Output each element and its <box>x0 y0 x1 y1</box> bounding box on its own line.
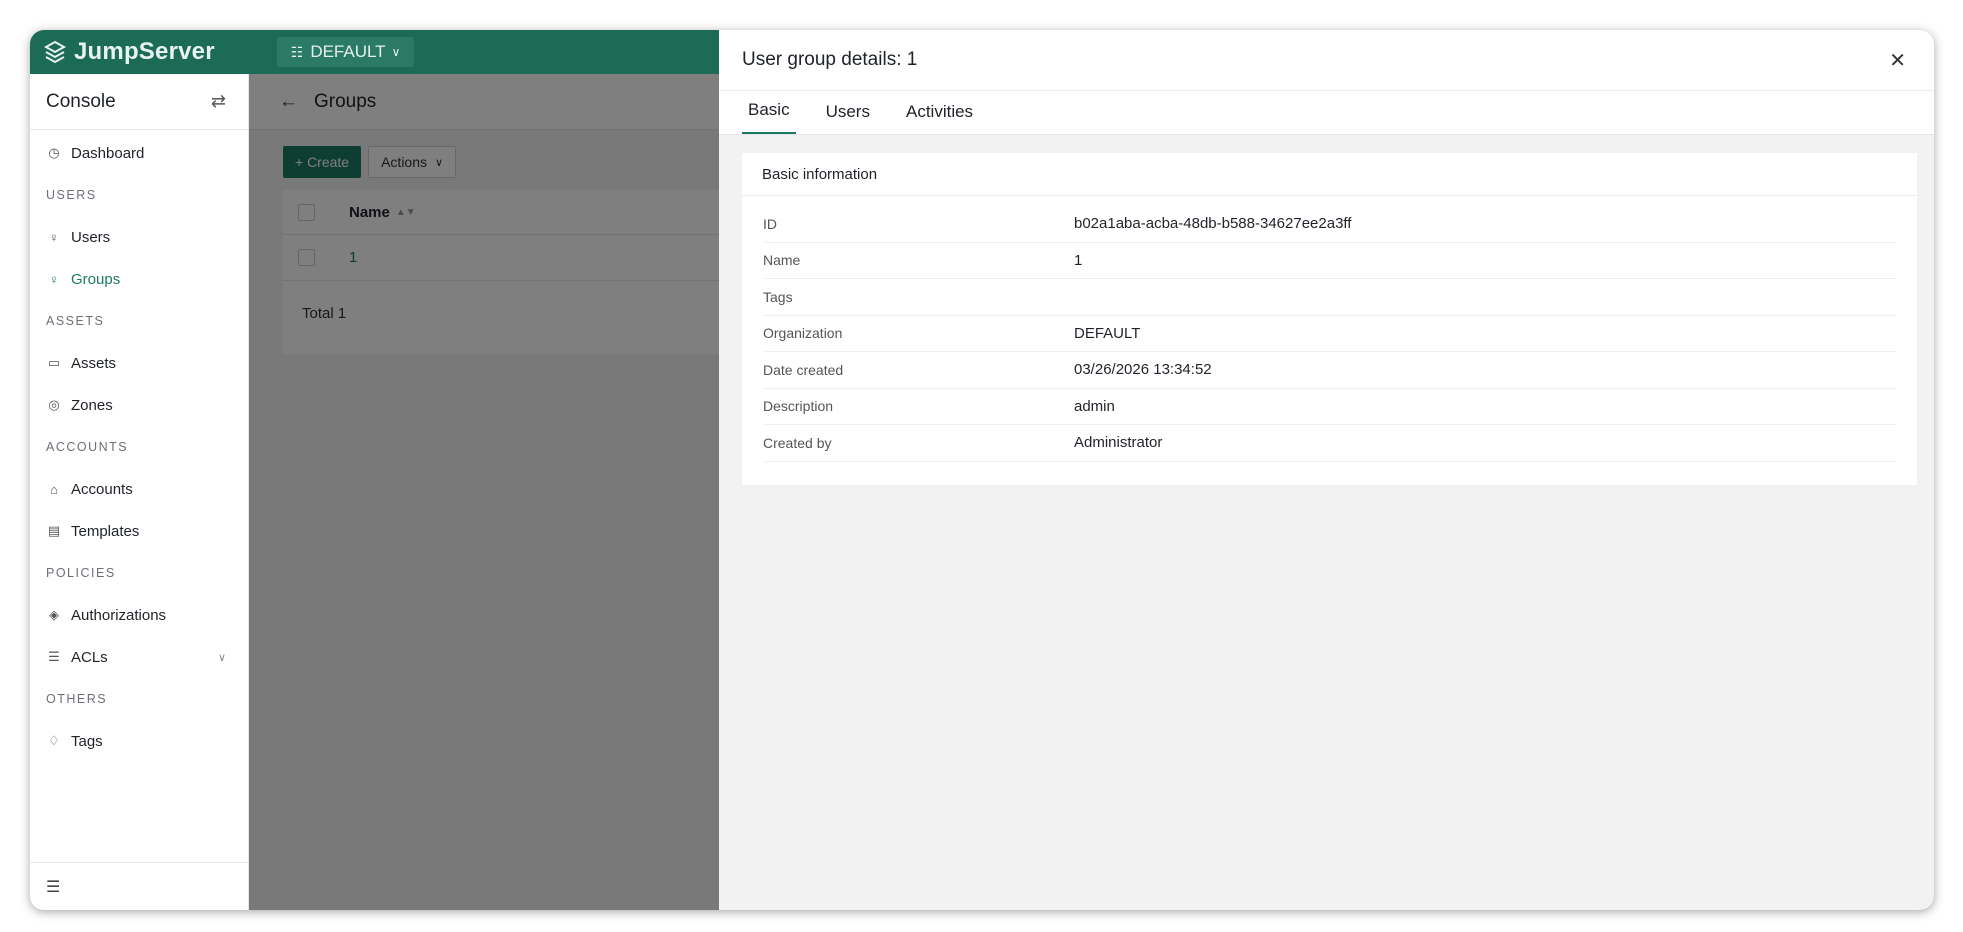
location-icon: ◎ <box>48 397 60 412</box>
sidebar-item-assets[interactable]: ▭ Assets <box>30 342 248 384</box>
sidebar-item-label: Users <box>71 228 111 246</box>
detail-value: 1 <box>1074 251 1083 269</box>
sidebar-section-others: OTHERS <box>46 692 108 706</box>
lock-icon: ⌂ <box>50 481 58 497</box>
card-title: Basic information <box>742 153 1917 196</box>
sidebar-item-label: Zones <box>71 396 113 414</box>
tag-icon: ♢ <box>48 733 60 748</box>
org-selector[interactable]: ☷ DEFAULT ∨ <box>276 37 415 67</box>
sidebar-item-label: Assets <box>71 354 117 372</box>
swap-arrows-icon[interactable]: ⇄ <box>211 91 226 112</box>
detail-row-description: Description admin <box>763 389 1896 425</box>
details-drawer: User group details: 1 ✕ Basic Users Acti… <box>719 30 1934 910</box>
close-icon[interactable]: ✕ <box>1889 48 1906 73</box>
sidebar-item-label: Groups <box>71 270 121 288</box>
drawer-header: User group details: 1 ✕ <box>719 30 1934 91</box>
detail-key: Tags <box>763 288 793 305</box>
sidebar-section-accounts: ACCOUNTS <box>46 440 129 454</box>
detail-row-tags: Tags <box>763 279 1896 316</box>
detail-key: Organization <box>763 325 843 342</box>
detail-key: Name <box>763 252 801 269</box>
detail-value: b02a1aba-acba-48db-b588-34627ee2a3ff <box>1074 215 1352 233</box>
sidebar-item-label: Templates <box>71 522 140 540</box>
detail-row-created-by: Created by Administrator <box>763 425 1896 462</box>
brand-name: JumpServer <box>74 38 215 65</box>
sidebar-item-label: Dashboard <box>71 144 145 162</box>
dashboard-icon: ◷ <box>48 145 60 160</box>
detail-list: ID b02a1aba-acba-48db-b588-34627ee2a3ff … <box>763 206 1896 462</box>
user-group-icon: ♀ <box>49 271 59 287</box>
sidebar-item-label: Tags <box>71 732 103 750</box>
sidebar-item-acls[interactable]: ☰ ACLs ∨ <box>30 636 248 678</box>
detail-key: ID <box>763 215 777 232</box>
tab-basic[interactable]: Basic <box>742 100 796 134</box>
template-icon: ▤ <box>47 523 61 538</box>
sidebar-footer: ☰ <box>30 862 248 910</box>
sidebar: Console ⇄ ◷ Dashboard USERS ♀ Users ♀ Gr… <box>30 74 249 910</box>
tab-users[interactable]: Users <box>826 102 870 134</box>
sidebar-item-templates[interactable]: ▤ Templates <box>30 510 248 552</box>
sidebar-item-label: ACLs <box>71 648 108 666</box>
detail-row-id: ID b02a1aba-acba-48db-b588-34627ee2a3ff <box>763 206 1896 243</box>
detail-value: 03/26/2026 13:34:52 <box>1074 361 1212 379</box>
sidebar-item-label: Authorizations <box>71 606 167 624</box>
sidebar-item-groups[interactable]: ♀ Groups <box>30 258 248 300</box>
shield-icon: ◈ <box>49 607 59 622</box>
detail-key: Created by <box>763 434 832 451</box>
detail-value: Administrator <box>1074 434 1163 452</box>
sidebar-item-accounts[interactable]: ⌂ Accounts <box>30 468 248 510</box>
menu-collapse-icon[interactable]: ☰ <box>46 877 60 897</box>
chevron-down-icon[interactable]: ∨ <box>218 651 226 664</box>
jumpserver-logo-icon <box>43 40 67 64</box>
acl-icon: ☰ <box>48 649 60 664</box>
org-tree-icon: ☷ <box>290 43 304 60</box>
chevron-down-icon: ∨ <box>391 45 401 59</box>
sidebar-header: Console ⇄ <box>30 74 248 130</box>
sidebar-item-authorizations[interactable]: ◈ Authorizations <box>30 594 248 636</box>
detail-value: DEFAULT <box>1074 324 1141 342</box>
detail-value: admin <box>1074 397 1115 415</box>
sidebar-item-zones[interactable]: ◎ Zones <box>30 384 248 426</box>
sidebar-section-assets: ASSETS <box>46 314 105 328</box>
org-name: DEFAULT <box>310 42 386 61</box>
sidebar-section-users: USERS <box>46 188 97 202</box>
drawer-title: User group details: 1 <box>742 49 918 70</box>
sidebar-title: Console <box>46 90 116 112</box>
sidebar-item-tags[interactable]: ♢ Tags <box>30 720 248 762</box>
sidebar-section-policies: POLICIES <box>46 566 116 580</box>
monitor-icon: ▭ <box>47 355 61 370</box>
detail-row-organization: Organization DEFAULT <box>763 316 1896 352</box>
sidebar-item-users[interactable]: ♀ Users <box>30 216 248 258</box>
detail-key: Date created <box>763 361 844 378</box>
app-window: JumpServer ☷ DEFAULT ∨ Console ⇄ ◷ Dashb… <box>30 30 1934 910</box>
detail-row-name: Name 1 <box>763 243 1896 279</box>
sidebar-item-label: Accounts <box>71 480 133 498</box>
brand-logo[interactable]: JumpServer <box>42 38 215 66</box>
sidebar-item-dashboard[interactable]: ◷ Dashboard <box>30 132 248 174</box>
detail-row-date-created: Date created 03/26/2026 13:34:52 <box>763 352 1896 389</box>
detail-key: Description <box>763 398 834 415</box>
tab-activities[interactable]: Activities <box>906 102 973 134</box>
basic-info-card: Basic information ID b02a1aba-acba-48db-… <box>742 153 1917 485</box>
drawer-tabs: Basic Users Activities <box>719 91 1934 135</box>
user-icon: ♀ <box>49 229 59 245</box>
